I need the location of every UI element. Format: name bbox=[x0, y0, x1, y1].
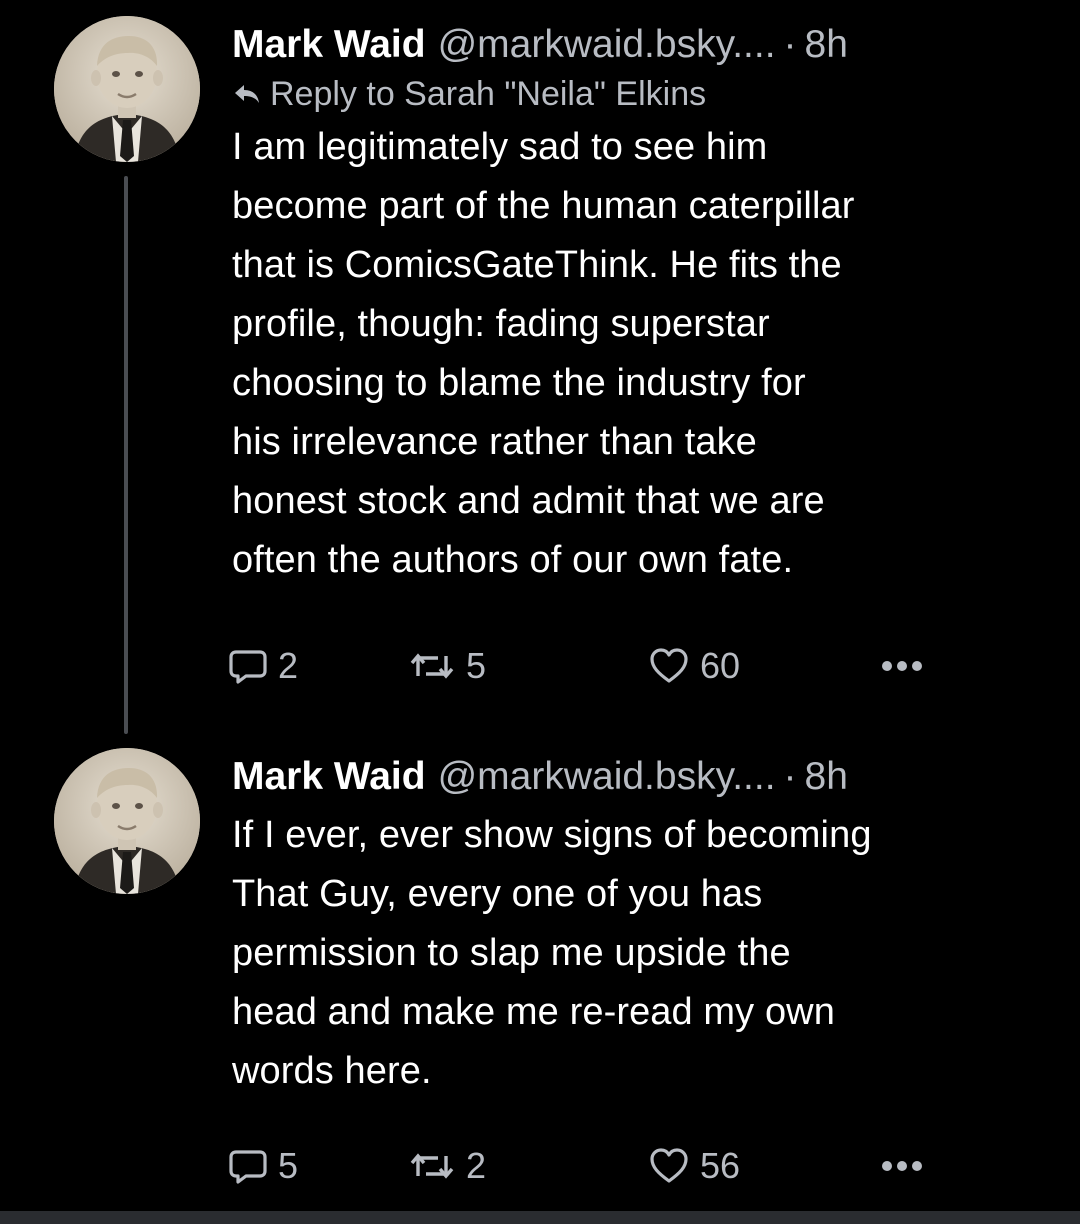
reply-button[interactable]: 2 bbox=[228, 641, 298, 691]
like-count: 56 bbox=[700, 1145, 741, 1186]
reply-count: 2 bbox=[278, 645, 299, 686]
thread-connector-line bbox=[124, 176, 128, 734]
repost-count: 2 bbox=[466, 1145, 487, 1186]
more-options-button[interactable] bbox=[880, 1141, 934, 1191]
separator-dot: · bbox=[783, 23, 797, 66]
post-thread: Mark Waid @markwaid.bsky.... · 8h Reply … bbox=[0, 0, 1080, 1212]
repost-button[interactable]: 5 bbox=[408, 641, 486, 691]
like-button[interactable]: 60 bbox=[648, 641, 740, 691]
like-count: 60 bbox=[700, 645, 741, 686]
like-button[interactable]: 56 bbox=[648, 1141, 740, 1191]
heart-icon bbox=[650, 648, 688, 683]
avatar[interactable] bbox=[54, 16, 200, 162]
author-handle[interactable]: @markwaid.bsky.... bbox=[438, 22, 776, 68]
bottom-divider bbox=[0, 1211, 1080, 1224]
ellipsis-icon bbox=[882, 661, 922, 671]
reply-to-label: Reply to Sarah "Neila" Elkins bbox=[270, 75, 707, 113]
post[interactable]: Mark Waid @markwaid.bsky.... · 8h Reply … bbox=[232, 22, 1052, 590]
post-actions: 5 2 56 bbox=[229, 1141, 934, 1191]
post-timestamp[interactable]: 8h bbox=[805, 754, 848, 800]
reply-button[interactable]: 5 bbox=[228, 1141, 298, 1191]
post-text: I am legitimately sad to see him become … bbox=[232, 126, 855, 581]
author-name[interactable]: Mark Waid bbox=[232, 754, 426, 800]
reply-to-link[interactable]: Reply to Sarah "Neila" Elkins bbox=[232, 72, 1052, 116]
separator-dot: · bbox=[783, 755, 797, 798]
author-handle[interactable]: @markwaid.bsky.... bbox=[438, 754, 776, 800]
repost-arrows-icon bbox=[410, 1153, 454, 1179]
heart-icon bbox=[650, 1148, 688, 1183]
reply-arrow-icon bbox=[235, 85, 259, 103]
post-timestamp[interactable]: 8h bbox=[805, 22, 848, 68]
post[interactable]: Mark Waid @markwaid.bsky.... · 8h If I e… bbox=[232, 754, 1052, 1101]
repost-button[interactable]: 2 bbox=[408, 1141, 486, 1191]
more-options-button[interactable] bbox=[880, 641, 934, 691]
post-actions: 2 5 60 bbox=[229, 641, 934, 691]
post-text: If I ever, ever show signs of becoming T… bbox=[232, 814, 872, 1092]
avatar[interactable] bbox=[54, 748, 200, 894]
author-name[interactable]: Mark Waid bbox=[232, 22, 426, 68]
speech-bubble-icon bbox=[229, 650, 267, 684]
reply-count: 5 bbox=[278, 1145, 299, 1186]
repost-count: 5 bbox=[466, 645, 487, 686]
post-header: Mark Waid @markwaid.bsky.... · 8h bbox=[232, 754, 1052, 800]
speech-bubble-icon bbox=[229, 1150, 267, 1184]
post-header: Mark Waid @markwaid.bsky.... · 8h bbox=[232, 22, 1052, 68]
ellipsis-icon bbox=[882, 1161, 922, 1171]
repost-arrows-icon bbox=[410, 653, 454, 679]
